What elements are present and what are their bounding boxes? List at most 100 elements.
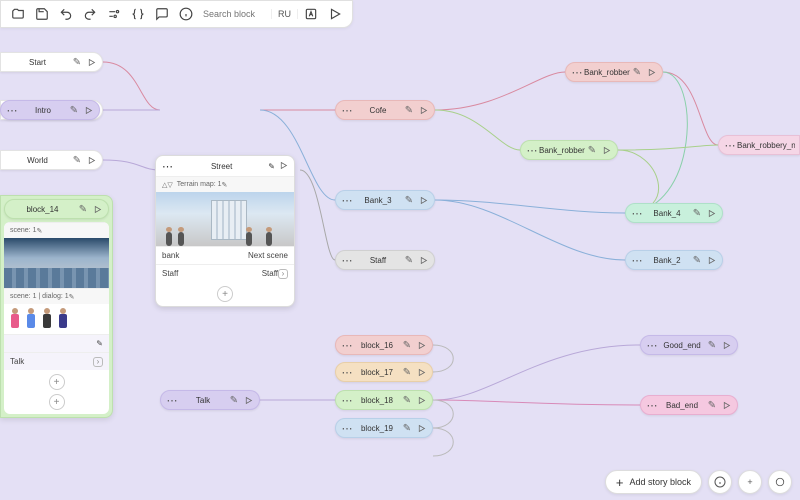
scene-thumbnail[interactable] — [156, 192, 294, 246]
info-button[interactable] — [708, 470, 732, 494]
edit-icon[interactable]: ✎ — [402, 105, 416, 116]
bank-row[interactable]: bankNext scene — [156, 246, 294, 264]
node-intro[interactable]: ⋯ Intro ✎ — [0, 100, 100, 120]
node-block18[interactable]: ⋯block_18✎ — [335, 390, 433, 410]
edit-icon[interactable]: ✎ — [69, 293, 75, 301]
plus-button[interactable]: + — [738, 470, 762, 494]
more-icon[interactable]: ⋯ — [570, 66, 584, 79]
node-cofe[interactable]: ⋯Cofe✎ — [335, 100, 435, 120]
edit-icon[interactable]: ✎ — [70, 57, 84, 68]
more-icon[interactable]: ⋯ — [165, 394, 179, 407]
edit-icon[interactable]: ✎ — [400, 423, 414, 434]
edit-icon[interactable]: ✎ — [402, 195, 416, 206]
edit-icon[interactable]: ✎ — [36, 227, 42, 235]
more-icon[interactable]: ⋯ — [723, 139, 737, 152]
node-block16[interactable]: ⋯block_16✎ — [335, 335, 433, 355]
redo-icon[interactable] — [79, 3, 101, 25]
play-icon[interactable] — [81, 106, 95, 115]
character-3[interactable] — [42, 308, 52, 330]
comment-icon[interactable] — [151, 3, 173, 25]
more-icon[interactable]: ⋯ — [340, 254, 354, 267]
add-button[interactable]: + — [49, 394, 65, 410]
play-icon[interactable] — [414, 396, 428, 405]
edit-icon[interactable]: ✎ — [227, 395, 241, 406]
node-talk[interactable]: ⋯ Talk ✎ — [160, 390, 260, 410]
character-4[interactable] — [58, 308, 68, 330]
add-story-block-button[interactable]: +Add story block — [605, 470, 702, 494]
node-block19[interactable]: ⋯block_19✎ — [335, 418, 433, 438]
language-select[interactable]: RU — [271, 9, 298, 19]
node-bank2[interactable]: ⋯Bank_2✎ — [625, 250, 723, 270]
play-icon[interactable] — [644, 68, 658, 77]
collapse-icon[interactable]: △▽ — [162, 181, 173, 189]
chevron-right-icon[interactable]: › — [278, 269, 288, 279]
play-icon[interactable] — [414, 424, 428, 433]
play-icon[interactable] — [84, 58, 98, 67]
circle-button[interactable] — [768, 470, 792, 494]
node-world[interactable]: World ✎ — [0, 150, 103, 170]
edit-icon[interactable]: ✎ — [585, 145, 599, 156]
play-icon[interactable] — [416, 256, 430, 265]
node-bank4[interactable]: ⋯Bank_4✎ — [625, 203, 723, 223]
play-icon[interactable] — [416, 196, 430, 205]
play-icon[interactable] — [241, 396, 255, 405]
node-bank-robbery-r[interactable]: ⋯Bank_robbery_r✎ — [565, 62, 663, 82]
more-icon[interactable]: ⋯ — [340, 339, 354, 352]
node-block17[interactable]: ⋯block_17✎ — [335, 362, 433, 382]
undo-icon[interactable] — [55, 3, 77, 25]
node-staff[interactable]: ⋯Staff✎ — [335, 250, 435, 270]
row-edit[interactable]: ✎ — [4, 334, 109, 352]
node-bank3[interactable]: ⋯Bank_3✎ — [335, 190, 435, 210]
info-icon[interactable] — [175, 3, 197, 25]
node-good-end[interactable]: ⋯Good_end✎ — [640, 335, 738, 355]
node-bank-robbery-yes[interactable]: ⋯Bank_robbery_yes✎ — [520, 140, 618, 160]
play-icon[interactable] — [414, 368, 428, 377]
play-icon[interactable] — [719, 401, 733, 410]
open-icon[interactable] — [7, 3, 29, 25]
chevron-right-icon[interactable]: › — [93, 357, 103, 367]
play-icon[interactable] — [279, 161, 288, 172]
play-icon[interactable] — [719, 341, 733, 350]
edit-icon[interactable]: ✎ — [630, 67, 644, 78]
edit-icon[interactable]: ✎ — [96, 339, 103, 348]
node-block14[interactable]: block_14 ✎ — [4, 199, 109, 219]
edit-icon[interactable]: ✎ — [222, 181, 228, 189]
more-icon[interactable]: ⋯ — [5, 104, 19, 117]
play-icon[interactable] — [599, 146, 613, 155]
play-icon[interactable] — [324, 3, 346, 25]
more-icon[interactable]: ⋯ — [340, 394, 354, 407]
edit-icon[interactable]: ✎ — [268, 162, 275, 171]
save-icon[interactable] — [31, 3, 53, 25]
node-start[interactable]: Start ✎ — [0, 52, 103, 72]
character-row[interactable] — [4, 304, 109, 334]
code-icon[interactable] — [127, 3, 149, 25]
add-button[interactable]: + — [217, 286, 233, 302]
edit-icon[interactable]: ✎ — [400, 340, 414, 351]
more-icon[interactable]: ⋯ — [340, 366, 354, 379]
edit-icon[interactable]: ✎ — [70, 155, 84, 166]
edit-icon[interactable]: ✎ — [400, 395, 414, 406]
more-icon[interactable]: ⋯ — [340, 104, 354, 117]
play-icon[interactable] — [704, 209, 718, 218]
edit-icon[interactable]: ✎ — [67, 105, 81, 116]
more-icon[interactable]: ⋯ — [340, 422, 354, 435]
more-icon[interactable]: ⋯ — [340, 194, 354, 207]
more-icon[interactable]: ⋯ — [525, 144, 539, 157]
talk-row[interactable]: Talk› — [4, 352, 109, 370]
edit-icon[interactable]: ✎ — [400, 367, 414, 378]
node-bad-end[interactable]: ⋯Bad_end✎ — [640, 395, 738, 415]
more-icon[interactable]: ⋯ — [162, 160, 173, 173]
settings-icon[interactable] — [103, 3, 125, 25]
add-button[interactable]: + — [49, 374, 65, 390]
font-icon[interactable] — [300, 3, 322, 25]
more-icon[interactable]: ⋯ — [645, 339, 659, 352]
more-icon[interactable]: ⋯ — [645, 399, 659, 412]
edit-icon[interactable]: ✎ — [690, 208, 704, 219]
play-icon[interactable] — [84, 156, 98, 165]
play-icon[interactable] — [90, 205, 104, 214]
edit-icon[interactable]: ✎ — [705, 340, 719, 351]
play-icon[interactable] — [704, 256, 718, 265]
more-icon[interactable]: ⋯ — [630, 254, 644, 267]
edit-icon[interactable]: ✎ — [402, 255, 416, 266]
character-1[interactable] — [10, 308, 20, 330]
